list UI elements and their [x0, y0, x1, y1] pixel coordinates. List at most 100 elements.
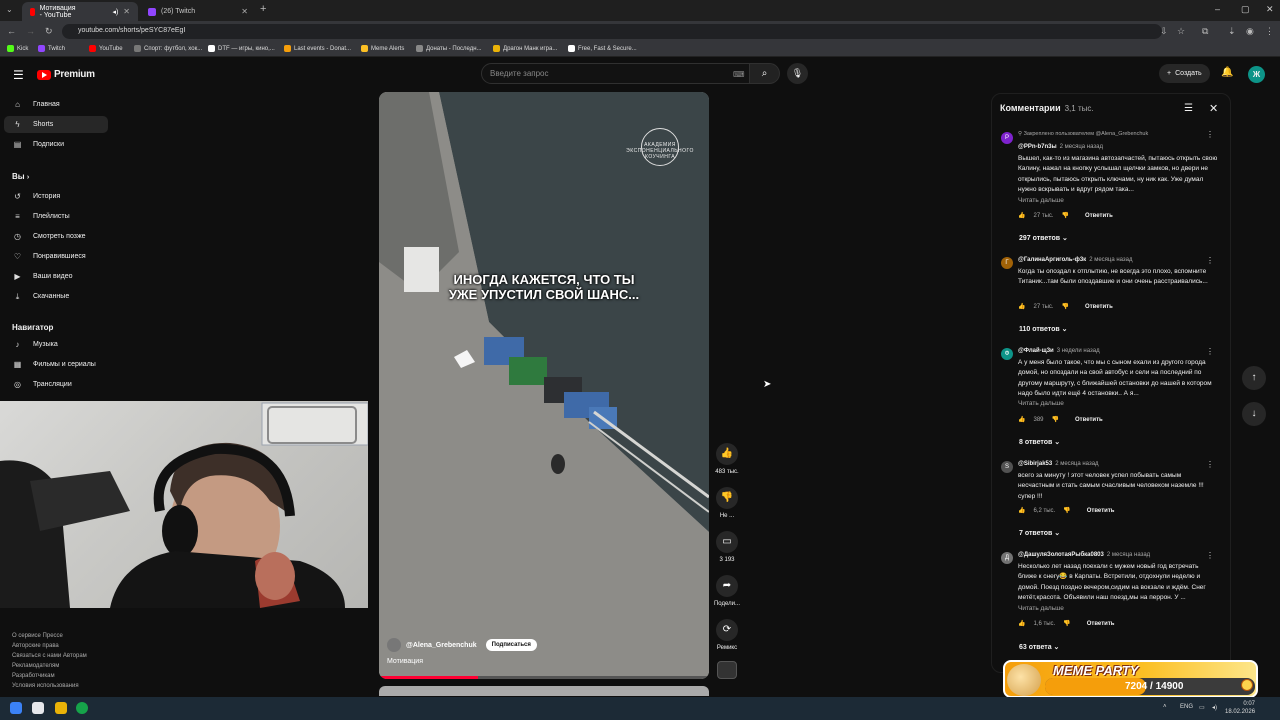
- comment-avatar[interactable]: Ф: [1001, 348, 1013, 360]
- comment-author[interactable]: @ГалинаАргиголь-ф3к 2 месяца назад: [1018, 257, 1133, 263]
- comment-menu-icon[interactable]: ⋮: [1206, 130, 1214, 139]
- dislike-icon[interactable]: 👎: [1063, 620, 1070, 627]
- comment-avatar[interactable]: S: [1001, 461, 1013, 473]
- dislike-icon[interactable]: 👎: [1052, 416, 1059, 423]
- next-short-preview[interactable]: [379, 686, 709, 696]
- close-tab-icon[interactable]: ✕: [241, 7, 248, 16]
- create-button[interactable]: + Создать: [1159, 64, 1210, 83]
- bookmark-donaty[interactable]: Донаты - Последн...: [416, 45, 482, 52]
- footer-line[interactable]: Условия использования: [12, 681, 87, 691]
- comment-author[interactable]: @PPn-b7n3ы 2 месяца назад: [1018, 144, 1103, 150]
- sidebar-item-downloads[interactable]: ⤓ Скачанные: [4, 288, 108, 305]
- channel-avatar[interactable]: [387, 638, 401, 652]
- comment-avatar[interactable]: Д: [1001, 552, 1013, 564]
- tab-twitch[interactable]: (26) Twitch ✕: [140, 2, 256, 21]
- sidebar-item-home[interactable]: ⌂ Главная: [4, 96, 108, 113]
- next-short-button[interactable]: ↓: [1242, 402, 1266, 426]
- dislike-icon[interactable]: 👎: [1062, 212, 1069, 219]
- like-icon[interactable]: 👍: [1018, 507, 1025, 514]
- sidebar-item-liked[interactable]: ♡ Понравившиеся: [4, 248, 108, 265]
- replies-toggle[interactable]: 110 ответов ⌄: [1019, 325, 1068, 333]
- close-tab-icon[interactable]: ✕: [123, 7, 130, 16]
- back-icon[interactable]: ←: [7, 26, 16, 36]
- network-icon[interactable]: ▭: [1199, 704, 1205, 711]
- like-icon[interactable]: 👍: [1018, 212, 1025, 219]
- bookmark-meme-alerts[interactable]: Meme Alerts: [361, 45, 404, 52]
- comments-button[interactable]: ▭ 3 193: [712, 531, 742, 563]
- yandex-icon[interactable]: [32, 702, 44, 714]
- close-icon[interactable]: ✕: [1209, 102, 1218, 115]
- avatar[interactable]: Ж: [1248, 66, 1265, 83]
- comment-menu-icon[interactable]: ⋮: [1206, 256, 1214, 265]
- tab-youtube[interactable]: Мотивация - YouTube ◂) ✕: [22, 2, 138, 21]
- voice-search-button[interactable]: 🎙: [787, 63, 808, 84]
- comment-avatar[interactable]: P: [1001, 132, 1013, 144]
- minimize-icon[interactable]: –: [1215, 4, 1220, 14]
- bookmark-dragon[interactable]: Драгон Манк игра...: [493, 45, 557, 52]
- comment-author[interactable]: @ДашуляЗолотаяРыбка0803 2 месяца назад: [1018, 552, 1150, 558]
- install-icon[interactable]: ⇩: [1160, 26, 1168, 37]
- reply-button[interactable]: Ответить: [1085, 213, 1113, 219]
- sidebar-item-shorts[interactable]: ϟ Shorts: [4, 116, 108, 133]
- like-icon[interactable]: 👍: [1018, 303, 1025, 310]
- replies-toggle[interactable]: 297 ответов ⌄: [1019, 234, 1068, 242]
- channel-name[interactable]: @Alena_Grebenchuk: [406, 642, 477, 649]
- tab-list-icon[interactable]: ⌄: [6, 5, 13, 14]
- read-more-link[interactable]: Читать дальше: [1018, 605, 1064, 612]
- search-button[interactable]: ⌕: [750, 63, 780, 84]
- footer-line[interactable]: Разработчикам: [12, 671, 87, 681]
- reply-button[interactable]: Ответить: [1087, 508, 1115, 514]
- footer-line[interactable]: Авторские права: [12, 641, 87, 651]
- search-input[interactable]: Введите запрос: [481, 63, 750, 84]
- sidebar-item-history[interactable]: ↺ История: [4, 188, 108, 205]
- sidebar-item-movies[interactable]: ▦ Фильмы и сериалы: [4, 356, 108, 373]
- sidebar-item-live[interactable]: ◎ Трансляции: [4, 376, 108, 393]
- replies-toggle[interactable]: 8 ответов ⌄: [1019, 438, 1060, 446]
- bookmark-youtube[interactable]: YouTube: [89, 45, 123, 52]
- notifications-bell-icon[interactable]: 🔔: [1221, 67, 1233, 78]
- sidebar-item-playlists[interactable]: ≡ Плейлисты: [4, 208, 108, 225]
- remix-button[interactable]: ⟳ Ремикс: [712, 619, 742, 651]
- video-progress-bar[interactable]: [379, 676, 709, 679]
- sound-thumbnail[interactable]: [717, 661, 737, 679]
- downloads-icon[interactable]: ⇣: [1228, 26, 1236, 37]
- bookmark-free[interactable]: Free, Fast & Secure...: [568, 45, 637, 52]
- tray-chevron-icon[interactable]: ˄: [1163, 704, 1167, 710]
- sidebar-item-subscriptions[interactable]: ▤ Подписки: [4, 136, 108, 153]
- like-icon[interactable]: 👍: [1018, 620, 1025, 627]
- bookmark-sport[interactable]: Спорт: футбол, хок...: [134, 45, 202, 52]
- subscribe-button[interactable]: Подписаться: [485, 639, 537, 651]
- close-window-icon[interactable]: ✕: [1266, 4, 1274, 15]
- chrome-icon[interactable]: [76, 702, 88, 714]
- maximize-icon[interactable]: ▢: [1241, 4, 1250, 15]
- bookmark-star-icon[interactable]: ☆: [1177, 26, 1185, 37]
- share-button[interactable]: ➦ Подели...: [712, 575, 742, 607]
- extensions-icon[interactable]: ⧉: [1202, 26, 1208, 37]
- footer-line[interactable]: Рекламодателям: [12, 661, 87, 671]
- sidebar-you-header[interactable]: Вы ›: [12, 172, 29, 181]
- sidebar-item-music[interactable]: ♪ Музыка: [4, 336, 108, 353]
- profile-icon[interactable]: ◉: [1246, 26, 1254, 37]
- sidebar-item-watch-later[interactable]: ◷ Смотреть позже: [4, 228, 108, 245]
- youtube-logo[interactable]: Premium: [37, 69, 95, 80]
- like-icon[interactable]: 👍: [1018, 416, 1025, 423]
- footer-line[interactable]: О сервисе Прессе: [12, 631, 87, 641]
- volume-icon[interactable]: ◂): [1212, 704, 1217, 711]
- url-field[interactable]: youtube.com/shorts/peSYC87eEgI: [62, 24, 1162, 39]
- system-clock[interactable]: 0:07 18.02.2026: [1225, 700, 1255, 716]
- menu-dots-icon[interactable]: ⋮: [1265, 26, 1274, 37]
- bookmark-dtf[interactable]: DTF — игры, кино,...: [208, 45, 275, 52]
- language-indicator[interactable]: ENG: [1180, 704, 1193, 710]
- like-button[interactable]: 👍 483 тыс.: [712, 443, 742, 475]
- bookmark-twitch[interactable]: Twitch: [38, 45, 65, 52]
- comment-avatar[interactable]: Г: [1001, 257, 1013, 269]
- comment-author[interactable]: @Sibirjak53 2 месяца назад: [1018, 461, 1099, 467]
- dislike-icon[interactable]: 👎: [1062, 303, 1069, 310]
- comment-author[interactable]: @Флай-щ3и 3 недели назад: [1018, 348, 1100, 354]
- reload-icon[interactable]: ↻: [45, 26, 53, 37]
- file-explorer-icon[interactable]: [55, 702, 67, 714]
- read-more-link[interactable]: Читать дальше: [1018, 400, 1064, 407]
- new-tab-icon[interactable]: +: [260, 3, 266, 15]
- bookmark-donat[interactable]: Last events - Donat...: [284, 45, 351, 52]
- dislike-button[interactable]: 👎 Не ...: [712, 487, 742, 519]
